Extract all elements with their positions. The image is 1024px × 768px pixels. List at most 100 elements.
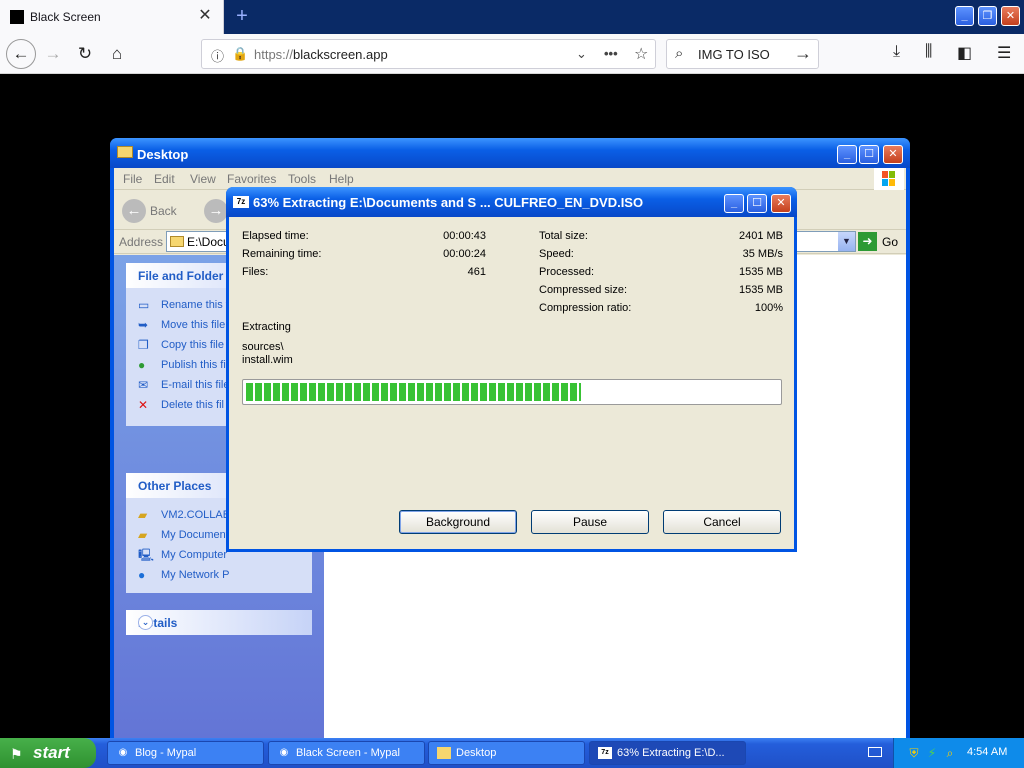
seven-zip-icon: 7z — [233, 196, 249, 208]
compression-ratio-value: 100% — [754, 302, 783, 314]
reload-icon[interactable]: ↻ — [72, 41, 98, 67]
search-input-value[interactable]: IMG TO ISO — [698, 47, 770, 62]
pause-button[interactable]: Pause — [531, 510, 649, 534]
status-text: Extracting — [242, 321, 291, 333]
insecure-lock-icon[interactable]: 🔒 — [232, 46, 248, 62]
go-label: Go — [882, 235, 899, 249]
chevron-down-icon[interactable]: ▼ — [838, 232, 855, 251]
browser-tab[interactable]: Black Screen ✕ — [0, 0, 224, 34]
home-icon[interactable]: ⌂ — [104, 41, 130, 67]
extraction-dialog: 7z 63% Extracting E:\Documents and S ...… — [226, 187, 797, 552]
search-icon: ⌕ — [675, 45, 684, 62]
extraction-progress-bar — [242, 379, 782, 405]
back-label: Back — [150, 204, 177, 218]
menu-tools[interactable]: Tools — [288, 172, 316, 186]
forward-arrow-icon[interactable]: → — [40, 41, 66, 67]
total-size-value: 2401 MB — [738, 230, 783, 242]
explorer-forward-button[interactable]: → — [204, 199, 228, 223]
address-label: Address — [119, 235, 164, 249]
security-shield-icon[interactable]: ⛨ — [907, 746, 921, 760]
email-icon: ✉ — [138, 378, 149, 392]
taskbar-button-desktop[interactable]: Desktop — [428, 741, 585, 765]
new-tab-button[interactable]: + — [232, 4, 252, 28]
windows-flag-icon: ⚑ — [10, 746, 23, 762]
remaining-time-label: Remaining time: — [242, 248, 322, 260]
more-actions-icon[interactable]: ••• — [604, 46, 618, 61]
rename-icon: ▭ — [138, 298, 150, 312]
dialog-minimize-button[interactable]: _ — [724, 194, 744, 213]
delete-x-icon: ✕ — [138, 398, 149, 412]
sidebar-icon[interactable]: ◧ — [957, 43, 972, 63]
place-my-network[interactable]: ● My Network P — [138, 566, 312, 586]
folder-icon — [437, 747, 451, 759]
menu-edit[interactable]: Edit — [154, 172, 175, 186]
explorer-maximize-button[interactable]: ☐ — [859, 145, 879, 164]
dialog-titlebar[interactable]: 7z 63% Extracting E:\Documents and S ...… — [226, 187, 797, 217]
menu-hamburger-icon[interactable]: ☰ — [997, 43, 1011, 63]
speed-label: Speed: — [539, 248, 574, 260]
url-text[interactable]: https://blackscreen.app — [254, 47, 388, 62]
current-file: install.wim — [242, 354, 293, 366]
network-icon[interactable]: ⚡ — [925, 746, 939, 760]
menu-favorites[interactable]: Favorites — [227, 172, 276, 186]
explorer-minimize-button[interactable]: _ — [837, 145, 857, 164]
cancel-button[interactable]: Cancel — [663, 510, 781, 534]
browser-minimize-button[interactable]: _ — [955, 6, 974, 26]
explorer-close-button[interactable]: ✕ — [883, 145, 903, 164]
taskbar-button-black-screen[interactable]: ◉ Black Screen - Mypal — [268, 741, 425, 765]
panel-title: Other Places — [138, 479, 212, 493]
back-arrow-icon: ← — [122, 199, 146, 223]
elapsed-time-value: 00:00:43 — [443, 230, 486, 242]
taskbar-button-extracting[interactable]: 7z 63% Extracting E:\D... — [589, 741, 746, 765]
address-value[interactable]: E:\Docu — [187, 235, 230, 249]
panel-title: File and Folder T — [138, 269, 235, 283]
remaining-time-value: 00:00:24 — [443, 248, 486, 260]
search-tray-icon[interactable]: ⌕ — [943, 746, 957, 760]
dialog-close-button[interactable]: ✕ — [771, 194, 791, 213]
clock: 4:54 AM — [967, 746, 1008, 758]
background-button[interactable]: Background — [399, 510, 517, 534]
bookmark-star-icon[interactable]: ☆ — [634, 44, 648, 64]
browser-close-button[interactable]: ✕ — [1001, 6, 1020, 26]
progress-fill — [246, 383, 582, 401]
library-icon[interactable]: ⫼ — [925, 43, 932, 61]
folder-icon: ▰ — [138, 508, 148, 522]
go-button[interactable]: ➜ Go — [858, 231, 904, 252]
menu-view[interactable]: View — [190, 172, 216, 186]
menu-help[interactable]: Help — [329, 172, 354, 186]
browser-navbar: ← → ↻ ⌂ ⓘ 🔒 https://blackscreen.app ⌄ ••… — [0, 34, 1024, 74]
download-icon[interactable]: ⤓ — [893, 43, 900, 61]
explorer-back-button[interactable]: ← Back — [122, 199, 192, 223]
mypal-icon: ◉ — [118, 747, 128, 758]
panel-header[interactable]: Details ⌄ — [126, 610, 312, 635]
processed-value: 1535 MB — [738, 266, 783, 278]
browser-restore-button[interactable]: ❐ — [978, 6, 997, 26]
explorer-titlebar[interactable]: Desktop _ ☐ ✕ — [110, 138, 910, 168]
dialog-maximize-button[interactable]: ☐ — [747, 194, 767, 213]
dialog-title: 63% Extracting E:\Documents and S ... CU… — [253, 195, 644, 210]
back-arrow-icon[interactable]: ← — [6, 39, 36, 69]
keyboard-icon[interactable] — [868, 747, 882, 757]
start-button[interactable]: ⚑ start — [0, 738, 96, 768]
chevron-down-icon[interactable]: ⌄ — [138, 615, 153, 630]
current-path: sources\ — [242, 341, 284, 353]
menu-file[interactable]: File — [123, 172, 142, 186]
taskbar-button-blog[interactable]: ◉ Blog - Mypal — [107, 741, 264, 765]
my-network-icon: ● — [138, 568, 146, 582]
tab-close-icon[interactable]: ✕ — [197, 7, 213, 25]
dialog-body: Elapsed time: 00:00:43 Remaining time: 0… — [229, 217, 794, 549]
total-size-label: Total size: — [539, 230, 588, 242]
explorer-title: Desktop — [137, 147, 189, 162]
details-panel: Details ⌄ — [126, 610, 312, 635]
folder-icon — [170, 236, 184, 247]
search-go-arrow-icon[interactable]: → — [794, 43, 812, 64]
folder-icon — [117, 146, 133, 158]
search-bar[interactable]: ⌕ IMG TO ISO → — [666, 39, 819, 69]
info-icon[interactable]: ⓘ — [211, 46, 224, 65]
seven-zip-icon: 7z — [598, 747, 612, 759]
url-bar[interactable]: ⓘ 🔒 https://blackscreen.app ⌄ ••• ☆ — [201, 39, 656, 69]
chevron-down-icon[interactable]: ⌄ — [576, 46, 587, 62]
speed-value: 35 MB/s — [742, 248, 783, 260]
tab-title: Black Screen — [30, 10, 101, 24]
my-computer-icon: 🖳 — [138, 548, 155, 562]
